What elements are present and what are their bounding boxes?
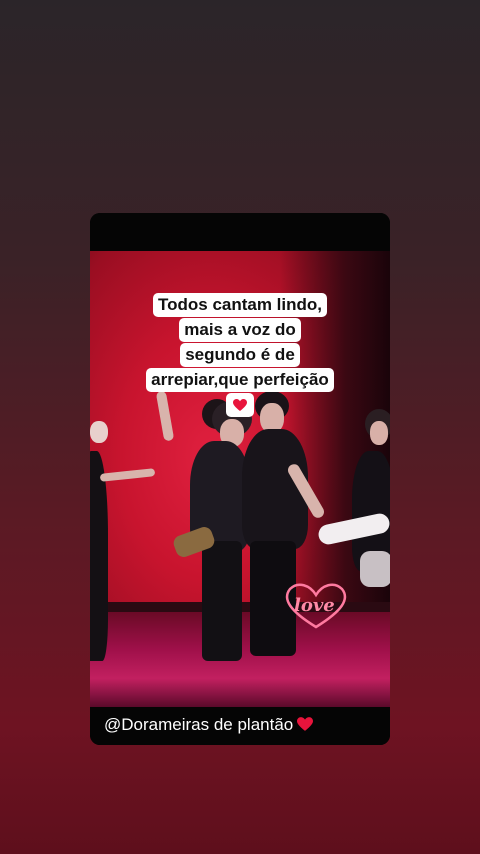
- caption-line-3: segundo é de: [180, 343, 300, 367]
- singer-legs: [202, 541, 242, 661]
- heart-icon: [297, 717, 314, 731]
- dancer-left-edge: [90, 451, 108, 661]
- dancer-right-face: [370, 421, 388, 445]
- story-caption: Todos cantam lindo, mais a voz do segund…: [135, 293, 345, 425]
- watermark-label: @Dorameiras de plantão: [104, 715, 314, 735]
- watermark-text: @Dorameiras de plantão: [104, 715, 294, 734]
- caption-line-1: Todos cantam lindo,: [152, 293, 328, 317]
- caption-line-4: arrepiar,que perfeição: [146, 368, 334, 392]
- dancer-left-edge-face: [90, 421, 108, 443]
- dancer-left-edge-arm: [99, 468, 156, 482]
- stage-love-text: love: [294, 595, 335, 616]
- dancer-right-skirt: [360, 551, 390, 587]
- caption-line-2: mais a voz do: [179, 318, 301, 342]
- video-top-letterbox: [90, 213, 390, 251]
- story-video-card[interactable]: love Todos cantam lindo, mais a voz do s…: [90, 213, 390, 745]
- stage-love-sign: love: [280, 581, 352, 631]
- video-bottom-letterbox: @Dorameiras de plantão: [90, 707, 390, 745]
- concert-video-frame[interactable]: love Todos cantam lindo, mais a voz do s…: [90, 251, 390, 707]
- caption-heart-box: [226, 393, 254, 417]
- heart-icon: [233, 399, 247, 411]
